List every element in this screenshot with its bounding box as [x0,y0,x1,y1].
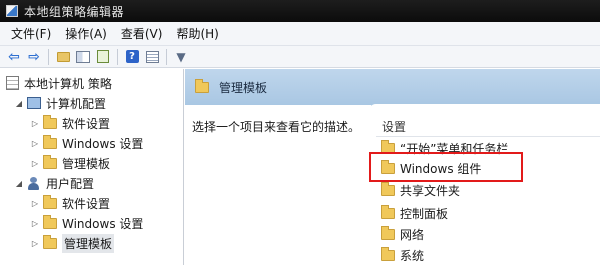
folder-icon [195,78,209,93]
tree-item-label: 本地计算机 策略 [24,76,112,91]
tree-item-user-config[interactable]: ◢ 用户配置 [14,173,94,193]
tree-item-label: 软件设置 [62,196,111,211]
tree-item-label: 管理模板 [62,156,111,171]
expand-arrow-icon[interactable]: ▷ [30,159,40,168]
list-item-label: 共享文件夹 [400,183,461,198]
highlight-annotation [369,152,523,182]
policy-icon [6,76,19,90]
list-item-label: 系统 [400,248,425,263]
tree-item-admin-templates[interactable]: ▷ 管理模板 [30,153,110,173]
list-item[interactable]: 系统 [381,245,424,265]
toolbar: ⇦ ⇨ ? ▼ [0,46,600,68]
up-folder-icon[interactable] [55,49,71,65]
folder-icon [43,114,57,129]
navigation-tree: 本地计算机 策略 ◢ 计算机配置 ▷ 软件设置 ▷ Windows 设置 ▷ 管… [0,69,184,265]
menu-action[interactable]: 操作(A) [58,25,114,42]
column-header-settings[interactable]: 设置 [382,118,406,135]
list-item[interactable]: 网络 [381,224,424,244]
details-header: 管理模板 [185,69,600,105]
expand-arrow-icon[interactable]: ▷ [30,199,40,208]
menu-file[interactable]: 文件(F) [4,25,58,42]
tree-item-label: Windows 设置 [62,216,144,231]
tree-item-label: 计算机配置 [46,96,107,111]
column-divider [376,136,600,137]
description-text: 选择一个项目来查看它的描述。 [192,120,361,134]
folder-icon [43,194,57,209]
filter-icon[interactable]: ▼ [173,49,189,65]
toolbar-separator [166,48,167,65]
tree-item-label: 软件设置 [62,116,111,131]
list-item[interactable]: 共享文件夹 [381,180,460,200]
tree-item-root[interactable]: 本地计算机 策略 [6,73,112,93]
list-item[interactable]: 控制面板 [381,203,448,223]
window-title: 本地组策略编辑器 [24,4,125,19]
back-arrow-icon[interactable]: ⇦ [6,49,22,65]
menu-help[interactable]: 帮助(H) [169,25,225,42]
tree-item-user-windows-settings[interactable]: ▷ Windows 设置 [30,213,143,233]
collapse-arrow-icon[interactable]: ◢ [14,179,24,188]
show-hide-pane-icon[interactable] [75,49,91,65]
user-icon [27,176,41,190]
forward-arrow-icon[interactable]: ⇨ [26,49,42,65]
folder-icon [43,234,57,249]
tree-item-user-admin-templates[interactable]: ▷ 管理模板 [30,233,115,253]
expand-arrow-icon[interactable]: ▷ [30,239,40,248]
details-title: 管理模板 [219,80,268,95]
tree-item-software-settings[interactable]: ▷ 软件设置 [30,113,110,133]
tree-item-windows-settings[interactable]: ▷ Windows 设置 [30,133,143,153]
tree-item-label: 用户配置 [46,176,95,191]
folder-icon [381,246,395,261]
collapse-arrow-icon[interactable]: ◢ [14,99,24,108]
tree-item-computer-config[interactable]: ◢ 计算机配置 [14,93,106,113]
list-item-label: 控制面板 [400,206,449,221]
folder-icon [381,204,395,219]
menu-bar: 文件(F) 操作(A) 查看(V) 帮助(H) [0,22,600,46]
toolbar-separator [117,48,118,65]
list-item-label: 网络 [400,227,425,242]
toolbar-separator [48,48,49,65]
title-bar: 本地组策略编辑器 [0,0,600,22]
tree-item-label: Windows 设置 [62,136,144,151]
tree-item-label: 管理模板 [62,233,115,253]
app-icon [6,5,18,17]
expand-arrow-icon[interactable]: ▷ [30,139,40,148]
expand-arrow-icon[interactable]: ▷ [30,219,40,228]
menu-view[interactable]: 查看(V) [114,25,170,42]
tree-item-user-software-settings[interactable]: ▷ 软件设置 [30,193,110,213]
folder-icon [43,214,57,229]
export-list-icon[interactable] [95,49,111,65]
folder-icon [381,225,395,240]
folder-icon [43,154,57,169]
properties-icon[interactable] [144,49,160,65]
computer-icon [27,97,41,109]
folder-icon [381,181,395,196]
folder-icon [43,134,57,149]
expand-arrow-icon[interactable]: ▷ [30,119,40,128]
help-icon[interactable]: ? [124,49,140,65]
